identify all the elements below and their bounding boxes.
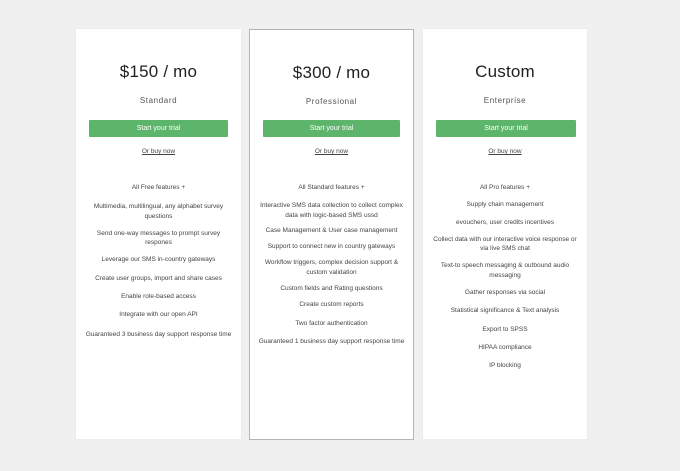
feature-item: Case Management & User case management	[265, 226, 398, 234]
feature-item: Statistical significance & Text analysis	[450, 307, 560, 315]
feature-list: All Free features + Multimedia, multilin…	[84, 183, 233, 339]
feature-item: Gather responses via social	[464, 289, 546, 297]
plan-price: $300 / mo	[292, 63, 371, 82]
plan-tier: Professional	[305, 97, 358, 106]
feature-item: Two factor authentication	[295, 319, 368, 327]
feature-item: Guaranteed 1 business day support respon…	[258, 337, 405, 345]
feature-item: Collect data with our interactive voice …	[433, 235, 577, 253]
feature-item: Enable role-based access	[121, 293, 196, 301]
buy-now-link[interactable]: Or buy now	[315, 148, 348, 155]
pricing-card-professional: $300 / mo Professional Start your trial …	[249, 29, 414, 440]
feature-item: All Free features +	[131, 184, 186, 191]
feature-item: Leverage our SMS in-country gateways	[101, 256, 216, 264]
buy-now-link[interactable]: Or buy now	[488, 148, 521, 155]
feature-item: Support to connect new in country gatewa…	[267, 243, 396, 251]
feature-item: Supply chain management	[466, 201, 544, 209]
feature-item: Interactive SMS data collection to colle…	[260, 202, 403, 219]
buy-now-link[interactable]: Or buy now	[142, 148, 175, 155]
feature-item: Create user groups, import and share cas…	[95, 274, 222, 282]
start-trial-button[interactable]: Start your trial	[263, 120, 400, 137]
feature-item: Workflow triggers, complex decision supp…	[264, 259, 399, 276]
feature-item: All Pro features +	[479, 184, 531, 191]
plan-price: Custom	[475, 62, 535, 81]
feature-item: Send one-way messages to prompt survey r…	[96, 229, 221, 247]
buy-now-link-wrap: Or buy now	[250, 148, 413, 155]
plan-tier: Standard	[139, 96, 178, 105]
feature-item: All Standard features +	[298, 184, 365, 191]
start-trial-button[interactable]: Start your trial	[436, 120, 576, 137]
start-trial-button[interactable]: Start your trial	[89, 120, 228, 137]
buy-now-link-wrap: Or buy now	[76, 148, 241, 155]
feature-item: Create custom reports	[299, 301, 364, 309]
feature-item: HIPAA compliance	[478, 343, 532, 351]
feature-item: Custom fields and Rating questions	[280, 285, 383, 293]
plan-price: $150 / mo	[119, 62, 198, 81]
feature-item: Guaranteed 3 business day support respon…	[85, 330, 232, 338]
feature-item: Integrate with our open API	[119, 311, 198, 319]
feature-item: Text-to speech messaging & outbound audi…	[440, 262, 570, 279]
pricing-card-standard: $150 / mo Standard Start your trial Or b…	[75, 28, 242, 440]
pricing-card-enterprise: Custom Enterprise Start your trial Or bu…	[422, 28, 588, 440]
feature-item: Multimedia, multilingual, any alphabet s…	[93, 203, 224, 220]
feature-item: IP blocking	[489, 362, 521, 370]
feature-list: All Standard features + Interactive SMS …	[258, 183, 405, 346]
feature-item: Export to SPSS	[482, 325, 528, 333]
buy-now-link-wrap: Or buy now	[423, 148, 587, 155]
plan-tier: Enterprise	[483, 96, 527, 105]
feature-item: evouchers, user credits incentives	[456, 218, 554, 226]
feature-list: All Pro features + Supply chain manageme…	[431, 183, 579, 371]
